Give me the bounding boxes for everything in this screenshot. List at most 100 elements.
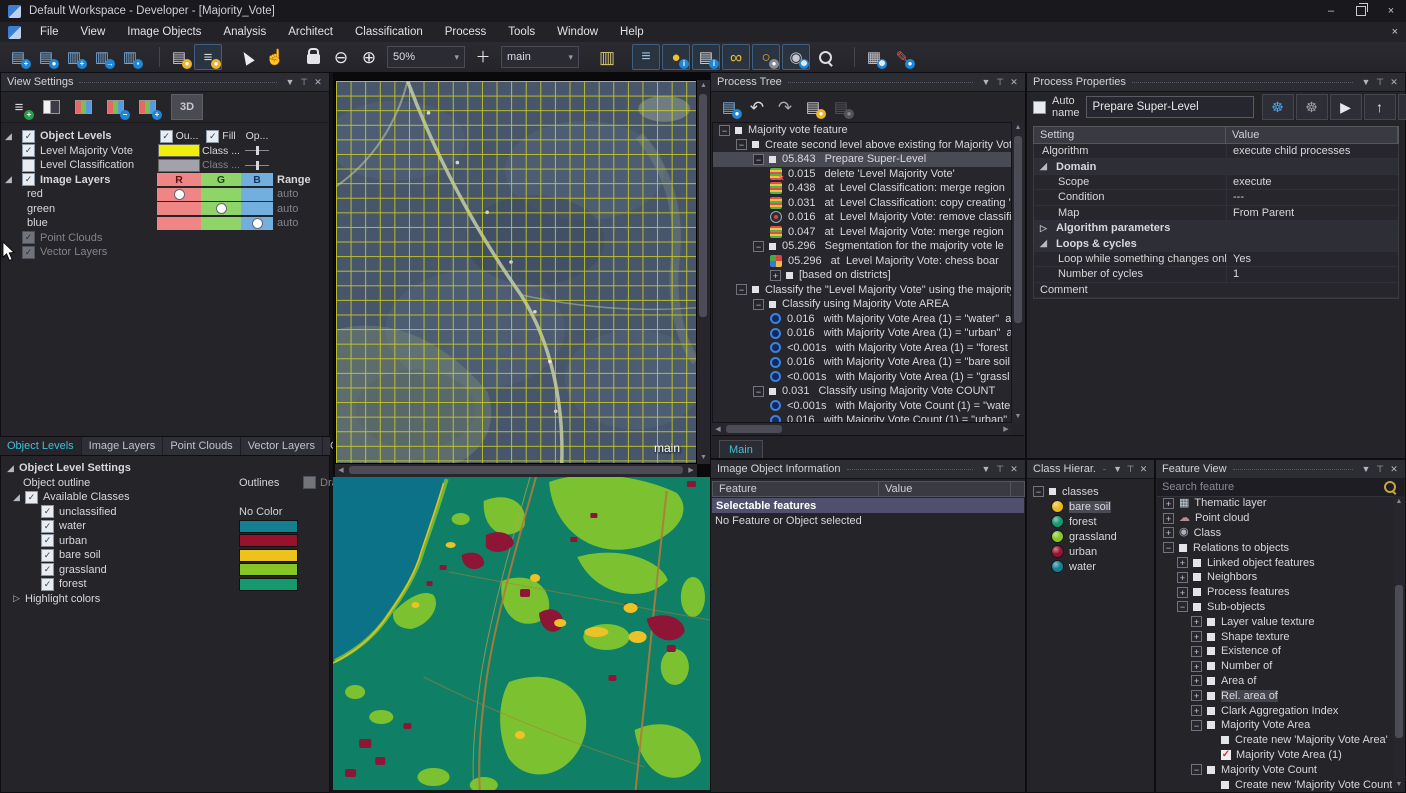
process-tree-item[interactable]: +[based on districts]: [713, 268, 1011, 283]
import-scene-icon[interactable]: ▥→: [89, 45, 115, 69]
add-project-icon[interactable]: ▥+: [61, 45, 87, 69]
object-level-settings-root[interactable]: ◢Object Level Settings: [1, 461, 329, 476]
view-settings-icon[interactable]: ◉☸: [782, 44, 810, 70]
pin-icon[interactable]: ⊤: [297, 74, 311, 90]
feature-view-item[interactable]: +Layer value texture: [1157, 614, 1392, 629]
feature-view-item[interactable]: +Area of: [1157, 674, 1392, 689]
close-button[interactable]: ×: [1376, 0, 1406, 22]
manage-data-icon[interactable]: ▦☸: [861, 45, 887, 69]
auto-name-checkbox[interactable]: [1033, 101, 1046, 114]
new-workspace-icon[interactable]: ▤+: [5, 45, 31, 69]
expand-toggle-icon[interactable]: +: [1191, 690, 1202, 701]
class-item[interactable]: water: [1027, 559, 1154, 574]
expand-toggle-icon[interactable]: −: [1177, 601, 1188, 612]
checkbox-checked[interactable]: ✓: [22, 173, 35, 186]
feature-view-item[interactable]: +Rel. area of: [1157, 688, 1392, 703]
expand-toggle-icon[interactable]: −: [753, 386, 764, 397]
expand-toggle-icon[interactable]: +: [1177, 557, 1188, 568]
property-group-row[interactable]: ◢Loops & cycles: [1034, 236, 1398, 251]
fill-checkbox[interactable]: ✓: [206, 130, 219, 143]
undo-icon[interactable]: ↶: [744, 95, 770, 119]
document-close-icon[interactable]: ×: [1392, 26, 1398, 38]
pin-icon[interactable]: ⊤: [993, 74, 1007, 90]
property-row[interactable]: Scopeexecute: [1034, 175, 1398, 190]
level-majority-vote-row[interactable]: ✓Level Majority Vote Class ...: [1, 144, 329, 159]
feature-view-item[interactable]: Create new 'Majority Vote Area': [1157, 733, 1392, 748]
class-color-swatch[interactable]: [239, 534, 298, 547]
scrollbar-thumb[interactable]: [699, 94, 707, 317]
property-row[interactable]: MapFrom Parent: [1034, 206, 1398, 221]
outline-checkbox[interactable]: ✓: [160, 130, 173, 143]
class-visibility-row[interactable]: ✓urban: [1, 534, 329, 549]
class-color-swatch[interactable]: [239, 549, 298, 562]
classes-root-row[interactable]: − classes: [1027, 484, 1154, 499]
comment-row[interactable]: Comment: [1034, 283, 1398, 298]
property-value[interactable]: execute: [1226, 175, 1398, 189]
feature-view-item[interactable]: +Neighbors: [1157, 570, 1392, 585]
classified-map-view[interactable]: [333, 477, 710, 790]
menu-window[interactable]: Window: [546, 26, 609, 38]
feature-view-item[interactable]: −Majority Vote Area: [1157, 718, 1392, 733]
object-outline-row[interactable]: Object outline Outlines Draw: [1, 476, 329, 491]
close-panel-icon[interactable]: ✕: [311, 74, 325, 90]
property-value[interactable]: From Parent: [1226, 206, 1398, 220]
class-item[interactable]: urban: [1027, 544, 1154, 559]
collapse-arrow-icon[interactable]: ◢: [7, 463, 19, 474]
side-by-side-view-icon[interactable]: ≡: [632, 44, 660, 70]
layer-green-row[interactable]: green auto: [1, 202, 329, 217]
redo-icon[interactable]: ↷: [772, 95, 798, 119]
panel-menu-icon[interactable]: ▼: [1359, 461, 1373, 477]
menu-classification[interactable]: Classification: [344, 26, 434, 38]
property-group-row[interactable]: ▷Algorithm parameters: [1034, 221, 1398, 236]
layer-rgb-add-icon[interactable]: +: [132, 94, 162, 120]
highlight-colors-row[interactable]: ▷ Highlight colors: [1, 592, 329, 607]
process-tree-item[interactable]: −Majority vote feature: [713, 123, 1011, 138]
checkbox-checked[interactable]: ✓: [41, 505, 54, 518]
panel-menu-icon[interactable]: ▼: [1359, 74, 1373, 90]
feature-view-item[interactable]: +Clark Aggregation Index: [1157, 703, 1392, 718]
expand-toggle-icon[interactable]: −: [1191, 720, 1202, 731]
level-classification-row[interactable]: Level Classification Class ...: [1, 158, 329, 173]
expand-toggle-icon[interactable]: +: [1191, 661, 1202, 672]
feature-view-item[interactable]: +☁Point cloud: [1157, 511, 1392, 526]
feature-view-item[interactable]: ✓Majority Vote Area (1): [1157, 748, 1392, 763]
expand-toggle-icon[interactable]: +: [1163, 513, 1174, 524]
expand-toggle-icon[interactable]: −: [736, 139, 747, 150]
process-tree-item[interactable]: <0.001swith Majority Vote Area (1) = "fo…: [713, 341, 1011, 356]
checkbox-unchecked[interactable]: [22, 159, 35, 172]
process-tree-item[interactable]: 0.031at Level Classification: copy creat…: [713, 196, 1011, 211]
menu-tools[interactable]: Tools: [497, 26, 546, 38]
available-classes-row[interactable]: ◢ ✓ Available Classes: [1, 490, 329, 505]
edit-vectors-icon[interactable]: ✎●: [889, 45, 915, 69]
expand-toggle-icon[interactable]: +: [1191, 616, 1202, 627]
edit-level-aliases-icon[interactable]: ≡+: [4, 94, 34, 120]
menu-architect[interactable]: Architect: [277, 26, 344, 38]
zoom-out-icon[interactable]: ⊖: [328, 45, 354, 69]
feature-view-item[interactable]: +Shape texture: [1157, 629, 1392, 644]
property-value[interactable]: 1: [1226, 267, 1398, 281]
image-layers-row[interactable]: ◢✓Image Layers R G B Range: [1, 173, 329, 188]
collapse-arrow-icon[interactable]: ◢: [1040, 161, 1052, 172]
menu-view[interactable]: View: [70, 26, 117, 38]
layer-blue-row[interactable]: blue auto: [1, 216, 329, 231]
expand-toggle-icon[interactable]: +: [1191, 646, 1202, 657]
pan-hand-icon[interactable]: ☝: [262, 45, 288, 69]
process-tree-item[interactable]: <0.001swith Majority Vote Count (1) = "w…: [713, 399, 1011, 414]
expand-toggle-icon[interactable]: +: [1177, 572, 1188, 583]
move-up-button[interactable]: ↑: [1364, 94, 1396, 120]
expand-toggle-icon[interactable]: −: [1191, 764, 1202, 775]
expand-toggle-icon[interactable]: −: [753, 154, 764, 165]
collapse-toggle-icon[interactable]: −: [1033, 486, 1044, 497]
channel-dot[interactable]: [216, 203, 227, 214]
feature-view-item[interactable]: −Majority Vote Count: [1157, 762, 1392, 777]
process-tree-item[interactable]: <0.001swith Majority Vote Area (1) = "gr…: [713, 370, 1011, 385]
tab-point-clouds[interactable]: Point Clouds: [163, 437, 240, 455]
map-view-main[interactable]: main ▲ ▼ ◀ ▶: [333, 72, 710, 477]
tab-main[interactable]: Main: [719, 440, 763, 458]
checkbox-checked[interactable]: ✓: [22, 130, 35, 143]
expand-toggle-icon[interactable]: +: [1191, 705, 1202, 716]
point-clouds-row[interactable]: ✓Point Clouds: [1, 231, 329, 246]
process-tree-item[interactable]: −05.296Segmentation for the majority vot…: [713, 239, 1011, 254]
run-processes-icon[interactable]: ▤●: [800, 95, 826, 119]
pin-icon[interactable]: ⊤: [1373, 74, 1387, 90]
